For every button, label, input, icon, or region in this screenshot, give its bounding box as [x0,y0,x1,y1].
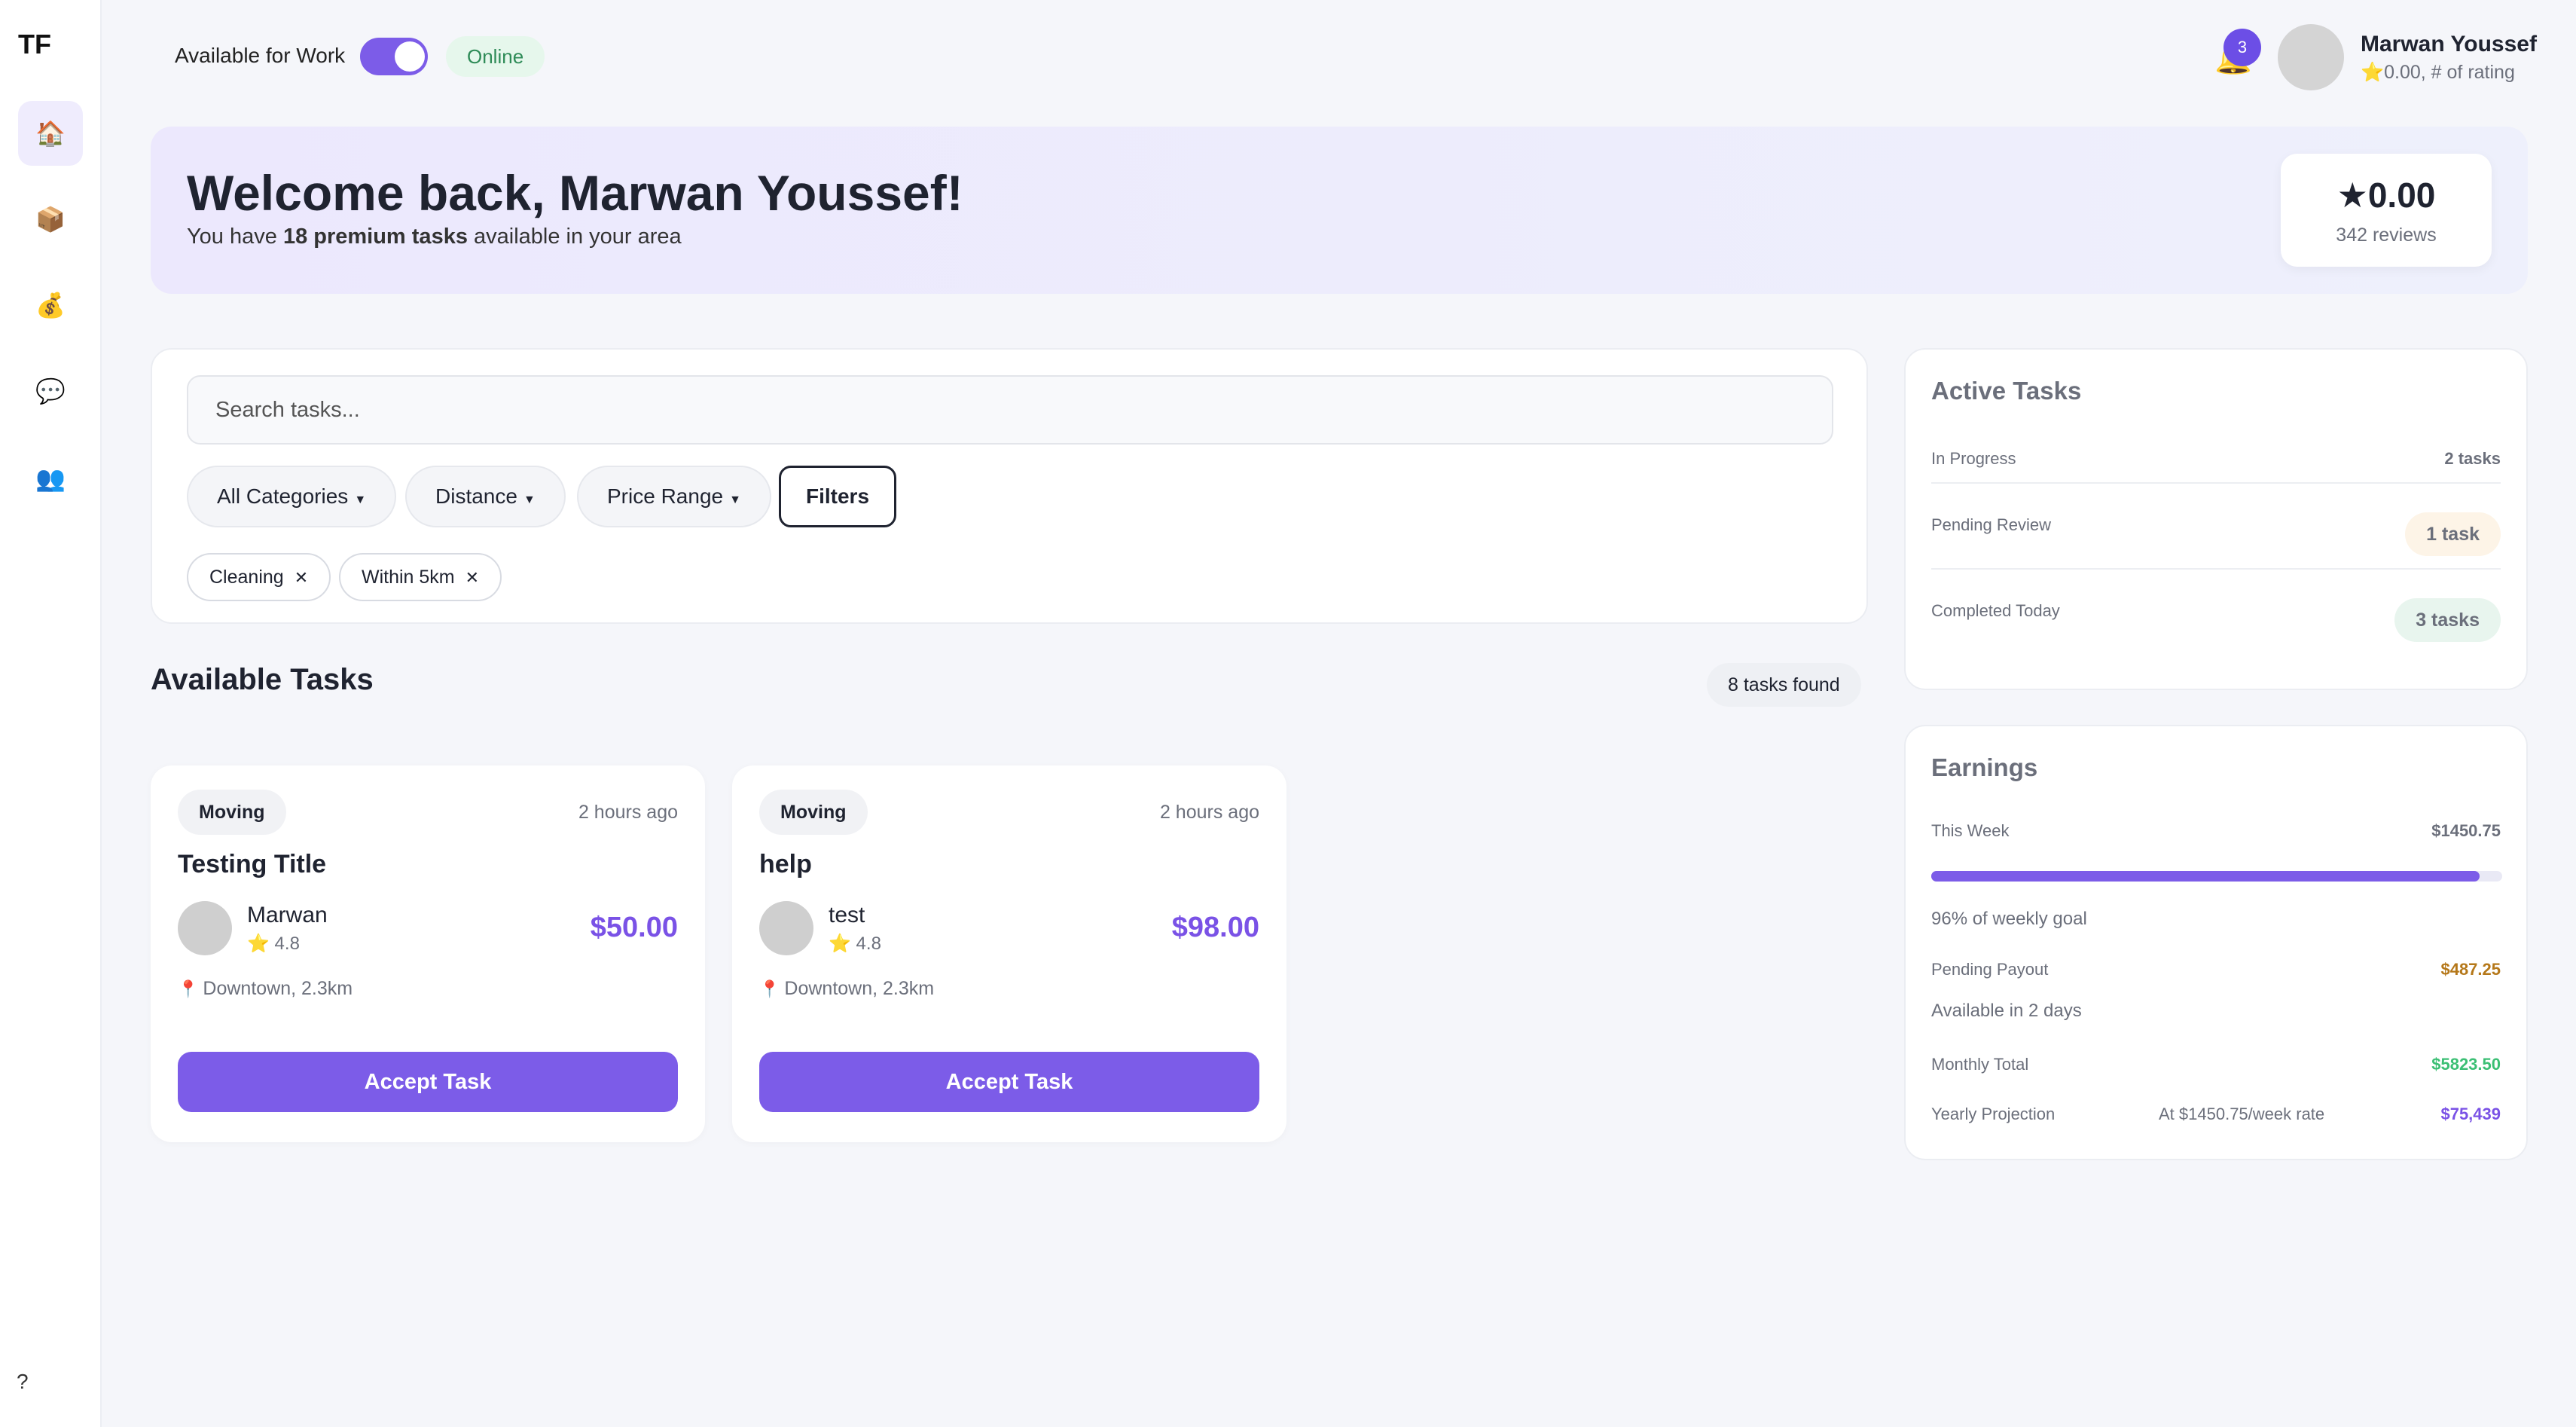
category-dropdown-label: All Categories [217,484,349,508]
active-tasks-title: Active Tasks [1931,377,2082,405]
yearly-projection-note: At $1450.75/week rate [2159,1105,2325,1123]
task-poster-name: Marwan [247,903,328,927]
chevron-down-icon: ▼ [729,493,741,506]
task-title: help [759,850,812,879]
yearly-projection-value: $75,439 [2440,1105,2501,1123]
help-icon[interactable]: ? [17,1370,29,1394]
accept-task-button[interactable]: Accept Task [759,1052,1259,1112]
pending-payout-value: $487.25 [2440,960,2501,979]
task-card[interactable]: Moving 2 hours ago Testing Title Marwan … [151,765,705,1142]
pending-review-value: 1 task [2405,512,2501,556]
completed-today-label: Completed Today [1931,601,2060,620]
pending-payout-label: Pending Payout [1931,960,2049,979]
filters-button[interactable]: Filters [779,466,896,527]
weekly-goal-text: 96% of weekly goal [1931,909,2087,929]
task-poster-rating: ⭐ 4.8 [247,934,300,954]
task-title: Testing Title [178,850,327,879]
chat-icon: 💬 [35,377,66,405]
sidebar-item-tasks[interactable]: 📦 [18,187,83,252]
task-category-badge: Moving [759,790,868,835]
user-name[interactable]: Marwan Youssef [2361,32,2537,57]
welcome-banner: Welcome back, Marwan Youssef! You have 1… [151,127,2528,294]
sidebar: TF 🏠 📦 💰 💬 👥 ? [0,0,102,1427]
subtitle-prefix: You have [187,225,283,249]
task-card[interactable]: Moving 2 hours ago help test ⭐ 4.8 $98.0… [732,765,1286,1142]
category-dropdown[interactable]: All Categories ▼ [187,466,397,527]
app-logo[interactable]: TF [18,29,51,60]
users-icon: 👥 [35,465,66,492]
toggle-knob [395,41,425,72]
monthly-total-value: $5823.50 [2431,1055,2501,1074]
avatar [178,901,232,955]
task-location: 📍 Downtown, 2.3km [759,978,934,1000]
rating-card: ★0.00 342 reviews [2281,154,2492,267]
box-icon: 📦 [35,206,66,233]
notification-count-badge[interactable]: 3 [2223,29,2261,66]
distance-dropdown-label: Distance [435,484,517,508]
money-bag-icon: 💰 [35,292,66,319]
accept-task-button[interactable]: Accept Task [178,1052,678,1112]
this-week-value: $1450.75 [2431,821,2501,840]
available-tasks-title: Available Tasks [151,663,374,696]
review-count: 342 reviews [2336,225,2437,246]
filter-chip-cleaning: Cleaning ✕ [187,553,331,601]
sidebar-item-community[interactable]: 👥 [18,446,83,511]
price-range-dropdown[interactable]: Price Range ▼ [577,466,771,527]
home-icon: 🏠 [35,120,66,147]
task-category-badge: Moving [178,790,286,835]
weekly-goal-progress-fill [1931,871,2480,882]
premium-task-count: 18 premium tasks [282,225,468,249]
rating-value: ★0.00 [2336,176,2436,215]
chip-label: Cleaning [209,567,284,588]
avatar [759,901,813,955]
task-price: $98.00 [1171,912,1259,943]
sidebar-item-home[interactable]: 🏠 [18,101,83,166]
this-week-label: This Week [1931,821,2010,840]
chevron-down-icon: ▼ [354,493,367,506]
avatar[interactable] [2278,24,2344,90]
divider [1931,568,2501,570]
task-location-text: Downtown, 2.3km [784,978,935,999]
task-time: 2 hours ago [1159,802,1259,823]
availability-toggle[interactable] [360,38,428,75]
task-time: 2 hours ago [578,802,678,823]
availability-label: Available for Work [175,44,346,67]
active-tasks-panel: Active Tasks In Progress 2 tasks Pending… [1904,348,2528,690]
welcome-title: Welcome back, Marwan Youssef! [187,165,963,221]
price-range-dropdown-label: Price Range [607,484,724,508]
completed-today-value: 3 tasks [2394,598,2501,642]
earnings-title: Earnings [1931,753,2038,781]
in-progress-label: In Progress [1931,449,2016,468]
task-poster-name: test [829,903,865,927]
in-progress-value: 2 tasks [2444,449,2501,468]
location-pin-icon: 📍 [759,979,780,998]
divider [1931,482,2501,484]
subtitle-suffix: available in your area [467,225,682,249]
filter-chip-distance: Within 5km ✕ [339,553,502,601]
weekly-goal-progress [1931,871,2502,882]
search-input[interactable] [187,375,1833,445]
distance-dropdown[interactable]: Distance ▼ [405,466,566,527]
sidebar-item-earnings[interactable]: 💰 [18,273,83,338]
earnings-panel: Earnings This Week $1450.75 96% of weekl… [1904,725,2528,1160]
close-icon[interactable]: ✕ [295,568,308,587]
task-poster-rating: ⭐ 4.8 [829,934,881,954]
location-pin-icon: 📍 [178,979,199,998]
monthly-total-label: Monthly Total [1931,1055,2029,1074]
chip-label: Within 5km [362,567,455,588]
tasks-found-badge: 8 tasks found [1707,663,1861,707]
yearly-projection-label: Yearly Projection [1931,1105,2056,1123]
pending-review-label: Pending Review [1931,515,2051,534]
chevron-down-icon: ▼ [523,493,536,506]
sidebar-item-messages[interactable]: 💬 [18,359,83,423]
task-price: $50.00 [590,912,678,943]
welcome-subtitle: You have 18 premium tasks available in y… [187,225,682,249]
task-location-text: Downtown, 2.3km [203,978,353,999]
payout-note: Available in 2 days [1931,1001,2082,1021]
user-rating: ⭐0.00, # of rating [2361,62,2515,83]
close-icon[interactable]: ✕ [465,568,479,587]
search-card: All Categories ▼ Distance ▼ Price Range ▼ F… [151,348,1868,624]
task-location: 📍 Downtown, 2.3km [178,978,353,1000]
status-badge: Online [446,36,545,77]
